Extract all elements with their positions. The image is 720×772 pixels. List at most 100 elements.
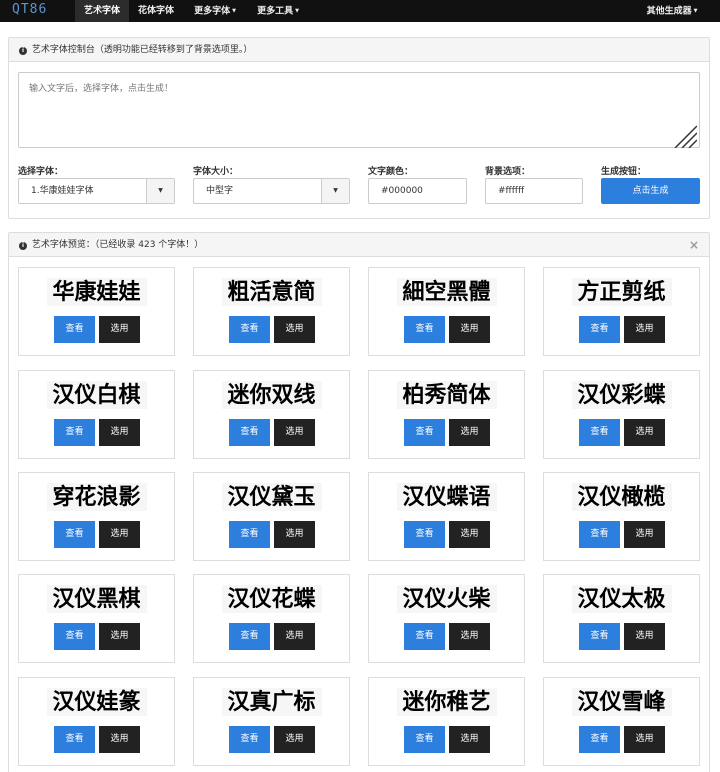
font-preview-image[interactable]: 迷你稚艺 <box>396 688 497 716</box>
font-preview-image[interactable]: 汉仪花蝶 <box>221 585 322 613</box>
select-button[interactable]: 选用 <box>449 316 490 343</box>
select-button[interactable]: 选用 <box>99 316 140 343</box>
generate-button[interactable]: 点击生成 <box>601 178 700 204</box>
font-card: 汉仪雪峰查看 选用 <box>543 677 700 766</box>
view-button[interactable]: 查看 <box>404 419 445 446</box>
select-button[interactable]: 选用 <box>274 419 315 446</box>
view-button[interactable]: 查看 <box>404 316 445 343</box>
font-preview-image[interactable]: 汉仪黛玉 <box>221 483 322 511</box>
font-select-value: 1.华康娃娃字体 <box>31 186 94 196</box>
nav-item-fancy-fonts[interactable]: 花体字体 <box>131 0 181 22</box>
font-preview-image[interactable]: 汉仪蝶语 <box>396 483 497 511</box>
select-button[interactable]: 选用 <box>274 623 315 650</box>
nav-item-art-fonts[interactable]: 艺术字体 <box>75 0 129 22</box>
select-button[interactable]: 选用 <box>624 419 665 446</box>
view-button[interactable]: 查看 <box>579 623 620 650</box>
select-button[interactable]: 选用 <box>274 726 315 753</box>
select-button[interactable]: 选用 <box>624 726 665 753</box>
nav-label: 艺术字体 <box>83 6 120 16</box>
info-icon: i <box>19 242 27 250</box>
generate-label: 生成按钮： <box>601 167 647 177</box>
nav-item-other-generators[interactable]: 其他生成器 ▼ <box>640 0 704 22</box>
font-preview-image[interactable]: 汉仪雪峰 <box>571 688 672 716</box>
font-card: 細空黑體查看 选用 <box>368 267 525 356</box>
font-preview-image[interactable]: 穿花浪影 <box>46 483 147 511</box>
font-select[interactable]: 1.华康娃娃字体 ▼ <box>18 178 175 204</box>
font-preview-image[interactable]: 汉仪黑棋 <box>46 585 147 613</box>
view-button[interactable]: 查看 <box>229 623 270 650</box>
font-card: 华康娃娃查看 选用 <box>18 267 175 356</box>
view-button[interactable]: 查看 <box>54 316 95 343</box>
top-navbar: QT86 艺术字体 花体字体 更多字体 ▼ 更多工具 ▼ 其他生成器 ▼ <box>0 0 720 22</box>
view-button[interactable]: 查看 <box>54 623 95 650</box>
font-preview-image[interactable]: 方正剪纸 <box>571 278 672 306</box>
font-preview-image[interactable]: 汉仪白棋 <box>46 381 147 409</box>
font-card: 粗活意简查看 选用 <box>193 267 350 356</box>
size-select-label: 字体大小： <box>193 167 239 177</box>
font-card: 柏秀简体查看 选用 <box>368 370 525 459</box>
view-button[interactable]: 查看 <box>579 316 620 343</box>
caret-down-icon: ▼ <box>693 8 698 14</box>
nav-label: 更多工具 <box>257 6 294 17</box>
view-button[interactable]: 查看 <box>404 521 445 548</box>
font-preview-image[interactable]: 汉仪娃篆 <box>46 688 147 716</box>
font-select-label: 选择字体： <box>18 167 64 177</box>
select-button[interactable]: 选用 <box>99 419 140 446</box>
preview-panel-header: i 艺术字体预览：（已经收录 423 个字体！） × <box>9 233 709 257</box>
bg-color-input[interactable]: #ffffff <box>485 178 583 204</box>
font-preview-image[interactable]: 柏秀简体 <box>396 381 497 409</box>
view-button[interactable]: 查看 <box>404 623 445 650</box>
caret-down-icon: ▼ <box>295 8 299 14</box>
caret-down-icon: ▼ <box>232 8 236 14</box>
font-preview-image[interactable]: 汉仪橄榄 <box>571 483 672 511</box>
close-icon[interactable]: × <box>689 233 699 257</box>
nav-item-more-tools[interactable]: 更多工具 ▼ <box>248 0 308 22</box>
select-button[interactable]: 选用 <box>99 726 140 753</box>
select-button[interactable]: 选用 <box>624 521 665 548</box>
view-button[interactable]: 查看 <box>54 419 95 446</box>
view-button[interactable]: 查看 <box>579 726 620 753</box>
view-button[interactable]: 查看 <box>54 726 95 753</box>
view-button[interactable]: 查看 <box>229 726 270 753</box>
site-logo[interactable]: QT86 <box>12 2 47 17</box>
view-button[interactable]: 查看 <box>229 419 270 446</box>
select-button[interactable]: 选用 <box>449 623 490 650</box>
select-button[interactable]: 选用 <box>449 419 490 446</box>
size-select[interactable]: 中型字 ▼ <box>193 178 350 204</box>
select-button[interactable]: 选用 <box>274 521 315 548</box>
select-button[interactable]: 选用 <box>99 623 140 650</box>
select-button[interactable]: 选用 <box>274 316 315 343</box>
select-button[interactable]: 选用 <box>449 521 490 548</box>
view-button[interactable]: 查看 <box>579 521 620 548</box>
nav-item-more-fonts[interactable]: 更多字体 ▼ <box>185 0 245 22</box>
select-button[interactable]: 选用 <box>449 726 490 753</box>
font-preview-image[interactable]: 迷你双线 <box>221 381 322 409</box>
font-card: 汉仪火柴查看 选用 <box>368 574 525 663</box>
font-preview-image[interactable]: 汉仪彩蝶 <box>571 381 672 409</box>
font-card: 汉仪花蝶查看 选用 <box>193 574 350 663</box>
view-button[interactable]: 查看 <box>404 726 445 753</box>
select-button[interactable]: 选用 <box>624 316 665 343</box>
text-input[interactable] <box>18 72 700 148</box>
font-preview-image[interactable]: 汉真广标 <box>221 688 322 716</box>
font-preview-image[interactable]: 汉仪太极 <box>571 585 672 613</box>
dropdown-caret-icon[interactable]: ▼ <box>146 179 174 203</box>
view-button[interactable]: 查看 <box>229 521 270 548</box>
view-button[interactable]: 查看 <box>579 419 620 446</box>
font-preview-image[interactable]: 华康娃娃 <box>46 278 147 306</box>
view-button[interactable]: 查看 <box>54 521 95 548</box>
nav-label: 花体字体 <box>137 6 174 16</box>
font-card: 汉仪橄榄查看 选用 <box>543 472 700 561</box>
select-button[interactable]: 选用 <box>624 623 665 650</box>
font-preview-image[interactable]: 汉仪火柴 <box>396 585 497 613</box>
font-card: 汉仪黛玉查看 选用 <box>193 472 350 561</box>
font-card: 方正剪纸查看 选用 <box>543 267 700 356</box>
text-color-input[interactable]: #000000 <box>368 178 467 204</box>
select-button[interactable]: 选用 <box>99 521 140 548</box>
font-preview-image[interactable]: 粗活意简 <box>221 278 322 306</box>
font-preview-image[interactable]: 細空黑體 <box>396 278 497 306</box>
font-card: 穿花浪影查看 选用 <box>18 472 175 561</box>
view-button[interactable]: 查看 <box>229 316 270 343</box>
dropdown-caret-icon[interactable]: ▼ <box>321 179 349 203</box>
resize-grip-icon[interactable] <box>673 124 697 148</box>
